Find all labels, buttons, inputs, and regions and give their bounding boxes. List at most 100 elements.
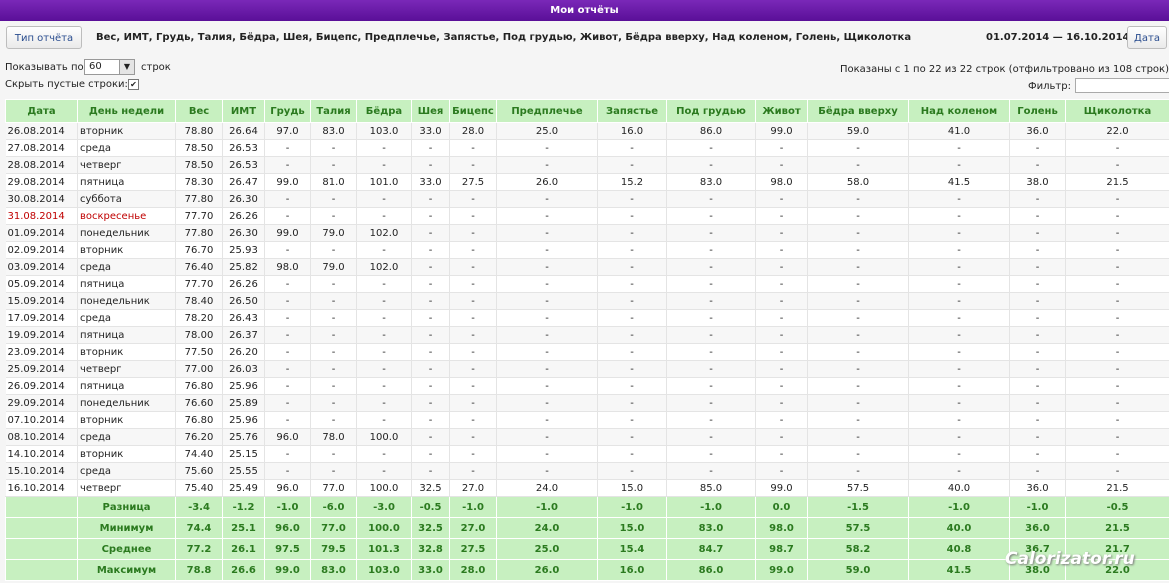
table-row[interactable]: 25.09.2014 четверг 77.00 26.03- - - - - - - - - - - - - (5, 360, 1169, 378)
value-cell: - (1065, 190, 1169, 208)
date-button[interactable]: Дата (1127, 26, 1167, 49)
value-cell: - (807, 360, 909, 378)
value-cell: - (356, 377, 412, 395)
column-header[interactable]: Бёдра (356, 99, 412, 123)
value-cell: - (666, 292, 756, 310)
column-header[interactable]: Бёдра вверху (807, 99, 909, 123)
filter-label: Фильтр: (1028, 81, 1071, 92)
value-cell: - (755, 394, 808, 412)
value-cell: - (310, 309, 357, 327)
weekday-cell: вторник (77, 411, 176, 429)
table-row[interactable]: 19.09.2014 пятница 78.00 26.37- - - - - - - - - - - - - (5, 326, 1169, 344)
value-cell: - (908, 343, 1010, 361)
column-header[interactable]: ИМТ (222, 99, 265, 123)
value-cell: - (411, 360, 450, 378)
value-cell: - (264, 394, 311, 412)
value-cell: - (597, 394, 667, 412)
weekday-cell: суббота (77, 190, 176, 208)
value-cell: - (597, 275, 667, 293)
column-header[interactable]: Голень (1009, 99, 1066, 123)
value-cell: - (666, 224, 756, 242)
value-cell: 26.26 (222, 207, 265, 225)
value-cell: - (908, 309, 1010, 327)
summary-value: -0.5 (1065, 496, 1169, 518)
filter-input[interactable] (1075, 78, 1169, 93)
table-row[interactable]: 02.09.2014 вторник 76.70 25.93- - - - - - - - - - - - - (5, 241, 1169, 259)
hide-empty-rows-checkbox[interactable]: ✔ (128, 79, 139, 90)
value-cell: - (356, 139, 412, 157)
column-header[interactable]: Шея (411, 99, 450, 123)
value-cell: - (264, 309, 311, 327)
table-row[interactable]: 26.08.2014 вторник 78.80 26.64 97.0 83.0 103.0… (5, 122, 1169, 140)
column-header[interactable]: Живот (755, 99, 808, 123)
table-row[interactable]: 03.09.2014 среда 76.40 25.82 98.0 79.0 102.0- -… (5, 258, 1169, 276)
value-cell: - (449, 139, 497, 157)
value-cell: - (310, 360, 357, 378)
column-header[interactable]: Грудь (264, 99, 311, 123)
value-cell: - (449, 445, 497, 463)
summary-row: Среднее 77.2 26.1 97.5 79.5 101.3 32.8 27.5 25.0… (5, 538, 1169, 560)
rows-per-page-select[interactable]: 60 ▼ (84, 59, 135, 75)
value-cell: 25.0 (496, 122, 598, 140)
table-row[interactable]: 23.09.2014 вторник 77.50 26.20- - - - - - - - - - - - - (5, 343, 1169, 361)
value-cell: - (310, 394, 357, 412)
table-row[interactable]: 28.08.2014 четверг 78.50 26.53- - - - - - - - - - - - - (5, 156, 1169, 174)
value-cell: - (310, 411, 357, 429)
table-row[interactable]: 27.08.2014 среда 78.50 26.53- - - - - - - - - - - - - (5, 139, 1169, 157)
table-row[interactable]: 14.10.2014 вторник 74.40 25.15- - - - - - - - - - - - - (5, 445, 1169, 463)
table-row[interactable]: 07.10.2014 вторник 76.80 25.96- - - - - - - - - - - - - (5, 411, 1169, 429)
column-header[interactable]: Щиколотка (1065, 99, 1169, 123)
date-cell: 26.08.2014 (5, 122, 78, 140)
value-cell: - (310, 207, 357, 225)
table-row[interactable]: 15.10.2014 среда 75.60 25.55- - - - - - - - - - - - - (5, 462, 1169, 480)
table-summary: Разница -3.4 -1.2 -1.0 -6.0 -3.0 -0.5 -1.0 -1.0-… (5, 496, 1169, 581)
summary-value: 59.0 (807, 559, 909, 581)
column-header[interactable]: Предплечье (496, 99, 598, 123)
summary-value: 25.1 (222, 517, 265, 539)
table-row[interactable]: 01.09.2014 понедельник 77.80 26.30 99.0 79.0 1… (5, 224, 1169, 242)
column-header[interactable]: Под грудью (666, 99, 756, 123)
date-cell: 19.09.2014 (5, 326, 78, 344)
chevron-down-icon[interactable]: ▼ (119, 60, 134, 74)
value-cell: - (496, 156, 598, 174)
value-cell: - (597, 309, 667, 327)
value-cell: - (264, 139, 311, 157)
column-header[interactable]: Талия (310, 99, 357, 123)
value-cell: 78.50 (175, 156, 223, 174)
summary-label: Среднее (77, 538, 176, 560)
column-header[interactable]: Бицепс (449, 99, 497, 123)
value-cell: - (597, 445, 667, 463)
column-header[interactable]: Вес (175, 99, 223, 123)
table-row[interactable]: 08.10.2014 среда 76.20 25.76 96.0 78.0 100.0- -… (5, 428, 1169, 446)
value-cell: - (908, 411, 1010, 429)
table-row[interactable]: 30.08.2014 суббота 77.80 26.30- - - - - - - - - - - - - (5, 190, 1169, 208)
column-header[interactable]: Запястье (597, 99, 667, 123)
value-cell: - (1065, 241, 1169, 259)
table-row[interactable]: 17.09.2014 среда 78.20 26.43- - - - - - - - - - - - - (5, 309, 1169, 327)
table-row[interactable]: 05.09.2014 пятница 77.70 26.26- - - - - - - - - - - - - (5, 275, 1169, 293)
value-cell: - (264, 360, 311, 378)
summary-value: 15.4 (597, 538, 667, 560)
column-header[interactable]: Над коленом (908, 99, 1010, 123)
value-cell: 77.80 (175, 224, 223, 242)
table-row[interactable]: 16.10.2014 четверг 75.40 25.49 96.0 77.0 100.0… (5, 479, 1169, 497)
value-cell: - (449, 258, 497, 276)
value-cell: - (597, 428, 667, 446)
value-cell: - (1009, 258, 1066, 276)
value-cell: - (411, 377, 450, 395)
value-cell: - (666, 428, 756, 446)
column-header[interactable]: Дата (5, 99, 78, 123)
report-type-button[interactable]: Тип отчёта (6, 26, 82, 49)
table-row[interactable]: 15.09.2014 понедельник 78.40 26.50- - - - - - - - -… (5, 292, 1169, 310)
value-cell: 25.96 (222, 411, 265, 429)
table-row[interactable]: 26.09.2014 пятница 76.80 25.96- - - - - - - - - - - - - (5, 377, 1169, 395)
table-row[interactable]: 31.08.2014 воскресенье 77.70 26.26- - - - - - - - -… (5, 207, 1169, 225)
table-row[interactable]: 29.09.2014 понедельник 76.60 25.89- - - - - - - - -… (5, 394, 1169, 412)
rows-label: строк (141, 62, 171, 73)
value-cell: 26.53 (222, 139, 265, 157)
value-cell: - (1065, 462, 1169, 480)
column-header[interactable]: День недели (77, 99, 176, 123)
value-cell: - (1009, 241, 1066, 259)
value-cell: 76.20 (175, 428, 223, 446)
table-row[interactable]: 29.08.2014 пятница 78.30 26.47 99.0 81.0 101.0… (5, 173, 1169, 191)
